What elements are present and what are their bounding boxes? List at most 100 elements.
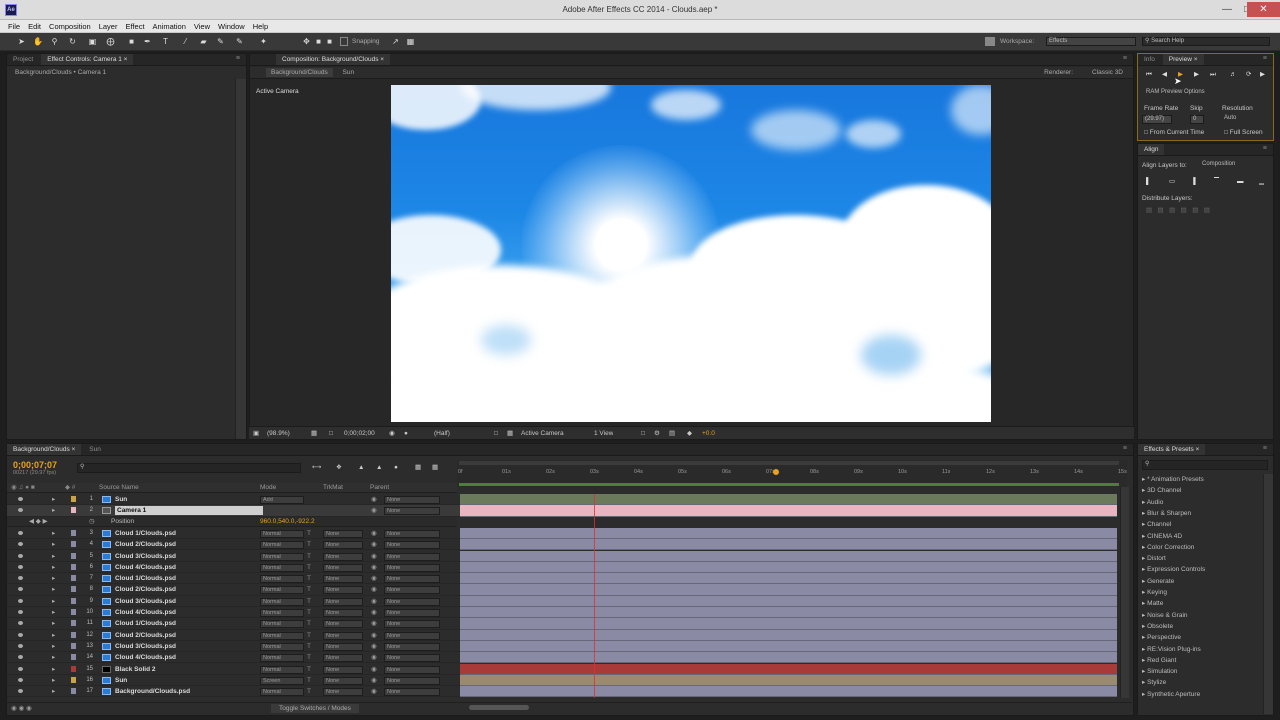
selection-tool-icon[interactable]: ➤ [17, 37, 26, 46]
3d-view-dropdown[interactable]: Active Camera [521, 429, 564, 438]
visibility-eye-icon[interactable] [18, 497, 23, 501]
visibility-eye-icon[interactable] [18, 564, 23, 569]
world-axis-icon[interactable]: ■ [314, 37, 323, 46]
project-scrollbar[interactable] [235, 79, 246, 439]
layer-parent-dropdown[interactable]: None [384, 496, 440, 504]
pickwhip-icon[interactable]: ◉ [371, 631, 377, 640]
rotate-tool-icon[interactable]: ↻ [68, 37, 77, 46]
layer-mode-dropdown[interactable]: Normal [260, 609, 304, 617]
zoom-tool-icon[interactable]: ⚲ [50, 37, 59, 46]
layer-label-color[interactable] [71, 496, 76, 502]
layer-row[interactable]: ▸ 7 Cloud 1/Clouds.psd Normal T None ◉ None [7, 573, 463, 585]
align-right-icon[interactable]: ▐ [1191, 177, 1196, 186]
composition-viewer[interactable] [391, 85, 991, 422]
preserve-transparency-icon[interactable]: T [307, 665, 311, 674]
twirl-arrow-icon[interactable]: ▸ [52, 495, 55, 504]
transparency-grid-icon[interactable]: ▦ [507, 429, 513, 438]
ram-preview-icon[interactable]: ▶ [1260, 70, 1265, 79]
layer-trkmat-dropdown[interactable]: None [323, 654, 363, 663]
source-name-header[interactable]: Source Name [99, 483, 139, 492]
effect-category-item[interactable]: ▸ Perspective [1142, 632, 1181, 643]
layer-name[interactable]: Cloud 1/Clouds.psd [115, 529, 176, 538]
layer-trkmat-dropdown[interactable]: None [323, 665, 363, 674]
preserve-transparency-icon[interactable]: T [307, 653, 311, 662]
layer-duration-bar[interactable] [460, 652, 1117, 664]
preserve-transparency-icon[interactable]: T [307, 597, 311, 606]
layer-row[interactable]: ▸ 1 Sun Add ◉ None [7, 494, 463, 506]
effect-category-item[interactable]: ▸ Matte [1142, 598, 1163, 609]
position-value[interactable]: 960.0,540.0,-922.2 [260, 517, 315, 526]
layer-parent-dropdown[interactable]: None [384, 665, 440, 674]
region-of-interest-icon[interactable]: □ [494, 429, 498, 438]
effect-category-item[interactable]: ▸ Obsolete [1142, 621, 1173, 632]
layer-row[interactable]: ▸ 5 Cloud 3/Clouds.psd Normal T None ◉ None [7, 550, 463, 562]
twirl-arrow-icon[interactable]: ▸ [52, 665, 55, 674]
layer-parent-dropdown[interactable]: None [384, 676, 440, 685]
layer-parent-dropdown[interactable]: None [384, 642, 440, 651]
layer-row[interactable]: ▸ 10 Cloud 4/Clouds.psd Normal T None ◉ None [7, 607, 463, 619]
preview-menu-icon[interactable]: ≡ [1263, 55, 1267, 62]
layer-name[interactable]: Camera 1 [115, 506, 263, 516]
subtab-background-clouds[interactable]: Background/Clouds [266, 68, 333, 77]
twirl-arrow-icon[interactable]: ▸ [52, 506, 55, 515]
menu-effect[interactable]: Effect [121, 20, 148, 33]
first-frame-icon[interactable]: ⏮ [1146, 70, 1152, 79]
layer-row[interactable]: ▸ 2 Camera 1 ◉ None [7, 505, 463, 517]
effect-category-item[interactable]: ▸ CINEMA 4D [1142, 531, 1182, 542]
twirl-arrow-icon[interactable]: ▸ [52, 574, 55, 583]
layer-label-color[interactable] [71, 609, 76, 615]
safe-zones-icon[interactable]: ▦ [311, 429, 317, 438]
pickwhip-icon[interactable]: ◉ [371, 619, 377, 628]
effect-category-item[interactable]: ▸ Color Correction [1142, 542, 1194, 553]
camera-tool-icon[interactable]: ▣ [88, 37, 97, 46]
snap-icon[interactable]: ↗ [391, 37, 400, 46]
visibility-eye-icon[interactable] [18, 666, 23, 671]
layer-mode-dropdown[interactable]: Normal [260, 665, 304, 674]
twirl-arrow-icon[interactable]: ▸ [52, 687, 55, 696]
layer-duration-bar[interactable] [460, 505, 1117, 517]
current-time-display[interactable]: 0;00;02;00 [344, 429, 375, 438]
visibility-eye-icon[interactable] [18, 587, 23, 592]
layer-trkmat-dropdown[interactable]: None [323, 552, 363, 561]
layer-mode-dropdown[interactable]: Normal [260, 586, 304, 595]
effect-category-item[interactable]: ▸ Stylize [1142, 677, 1166, 688]
tab-align[interactable]: Align [1138, 144, 1165, 155]
layer-name[interactable]: Cloud 2/Clouds.psd [115, 540, 176, 549]
full-screen-checkbox[interactable]: □ Full Screen [1224, 128, 1263, 137]
effect-category-item[interactable]: ▸ Distort [1142, 553, 1166, 564]
layer-label-color[interactable] [71, 665, 76, 672]
layer-parent-dropdown[interactable]: None [384, 507, 440, 516]
layer-duration-bar[interactable] [460, 539, 1117, 551]
current-time-indicator-icon[interactable] [773, 469, 779, 475]
audio-icon[interactable]: ♬ [1230, 70, 1237, 79]
time-ruler[interactable]: 0f 01s 02s 03s 04s 05s 06s 07s 08s 09s 10s 11s 12s 13… [457, 460, 1127, 487]
menu-layer[interactable]: Layer [95, 20, 122, 33]
layer-duration-bar[interactable] [460, 584, 1117, 596]
previous-frame-icon[interactable]: ◀ [1162, 70, 1167, 79]
pickwhip-icon[interactable]: ◉ [371, 540, 377, 549]
frame-blending-icon[interactable]: ▲ [376, 463, 382, 472]
ram-preview-options-dropdown[interactable]: RAM Preview Options [1144, 89, 1254, 98]
tab-timeline-sun[interactable]: Sun [83, 444, 107, 455]
layer-label-color[interactable] [71, 654, 76, 661]
pickwhip-icon[interactable]: ◉ [371, 552, 377, 561]
layer-parent-dropdown[interactable]: None [384, 654, 440, 663]
layer-name[interactable]: Sun [115, 676, 127, 685]
menu-help[interactable]: Help [249, 20, 272, 33]
mask-tool-icon[interactable]: ■ [127, 37, 136, 46]
workspace-dropdown[interactable]: Effects [1046, 37, 1136, 46]
layer-name[interactable]: Cloud 3/Clouds.psd [115, 552, 176, 561]
layer-row[interactable]: ▸ 3 Cloud 1/Clouds.psd Normal T None ◉ None [7, 527, 463, 540]
pickwhip-icon[interactable]: ◉ [371, 597, 377, 606]
align-top-icon[interactable]: ▔ [1214, 177, 1219, 186]
layer-label-color[interactable] [71, 563, 76, 570]
visibility-eye-icon[interactable] [18, 508, 23, 513]
layer-row[interactable]: ▸ 11 Cloud 1/Clouds.psd Normal T None ◉ None [7, 618, 463, 630]
layer-parent-dropdown[interactable]: None [384, 620, 440, 629]
layer-parent-dropdown[interactable]: None [384, 552, 440, 561]
effect-category-item[interactable]: ▸ Noise & Grain [1142, 610, 1188, 621]
pickwhip-icon[interactable]: ◉ [371, 642, 377, 651]
layer-name[interactable]: Black Solid 2 [115, 665, 155, 674]
show-channel-icon[interactable]: ● [404, 429, 408, 438]
layer-mode-dropdown[interactable]: Add [260, 496, 304, 504]
